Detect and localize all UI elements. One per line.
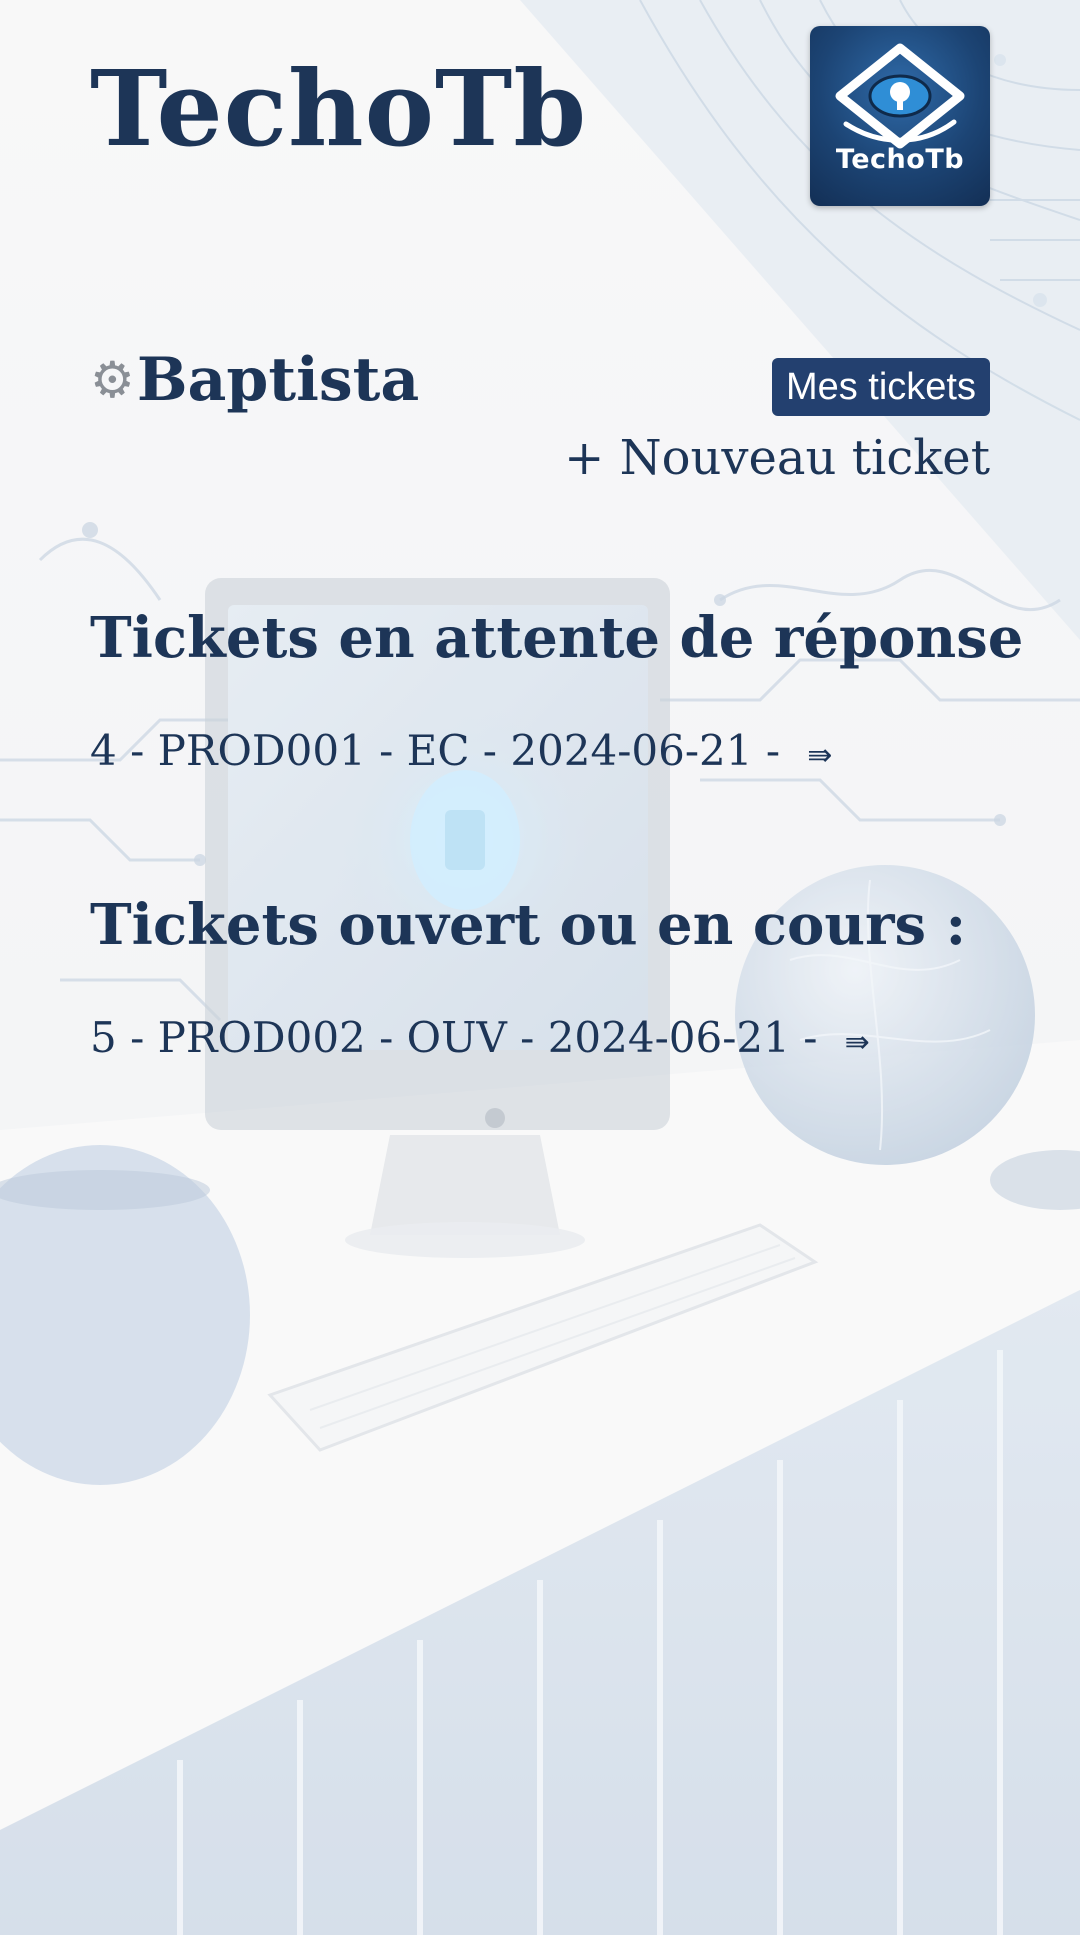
brand-title: TechoTb [90,47,588,170]
open-ticket-arrow-icon[interactable]: ⇛ [845,1025,870,1060]
section-title-open-or-in-progress: Tickets ouvert ou en cours : [90,892,967,958]
ticket-summary: 5 - PROD002 - OUV - 2024-06-21 - [90,1013,818,1062]
my-tickets-button[interactable]: Mes tickets [771,358,990,416]
ticket-row[interactable]: 4 - PROD001 - EC - 2024-06-21 - ⇛ [90,726,833,775]
username: Baptista [136,345,420,415]
logo[interactable]: TechoTb [810,26,990,206]
new-ticket-link[interactable]: + Nouveau ticket [564,432,990,485]
page-content: TechoTb TechoTb ⚙ Baptista Mes tickets +… [0,0,1080,1935]
open-ticket-arrow-icon[interactable]: ⇛ [807,738,832,773]
gear-icon: ⚙ [90,351,135,409]
logo-text: TechoTb [835,144,965,175]
ticket-row[interactable]: 5 - PROD002 - OUV - 2024-06-21 - ⇛ [90,1013,870,1062]
ticket-summary: 4 - PROD001 - EC - 2024-06-21 - [90,726,781,775]
section-title-awaiting-response: Tickets en attente de réponse [90,605,1024,671]
user-identity: ⚙ Baptista [90,350,419,410]
logo-emblem-icon [835,43,965,149]
